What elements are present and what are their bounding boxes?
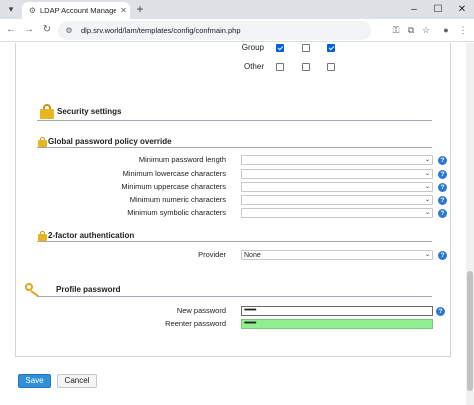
min-uppercase-label: Minimum uppercase characters	[121, 182, 226, 191]
min-lowercase-label: Minimum lowercase characters	[122, 169, 226, 178]
reenter-password-input[interactable]: ••••••••	[241, 319, 433, 329]
reenter-password-label: Reenter password	[165, 319, 226, 328]
perm-label-other: Other	[243, 62, 264, 71]
min-numeric-select[interactable]: ⌄	[241, 195, 433, 205]
chevron-down-icon: ⌄	[424, 252, 430, 258]
reload-button[interactable]: ↻	[40, 22, 54, 38]
provider-label: Provider	[198, 250, 226, 259]
maximize-button[interactable]: ☐	[428, 1, 448, 18]
chevron-down-icon: ⌄	[424, 184, 430, 190]
min-numeric-label: Minimum numeric characters	[129, 195, 226, 204]
provider-help-icon[interactable]: ?	[438, 251, 447, 260]
site-info-icon[interactable]: ⚙	[64, 25, 74, 36]
chevron-down-icon: ⌄	[424, 171, 430, 177]
provider-select[interactable]: None ⌄	[241, 250, 433, 260]
twofa-divider	[37, 241, 432, 242]
chevron-down-icon: ⌄	[424, 157, 430, 163]
install-app-icon[interactable]: ⧉	[404, 23, 418, 37]
tab-search-icon[interactable]: ▾	[4, 3, 18, 16]
profile-icon[interactable]: ●	[439, 23, 453, 37]
min-lowercase-select[interactable]: ⌄	[241, 169, 433, 179]
address-bar[interactable]: ⚙ dlp.srv.world/lam/templates/config/con…	[58, 21, 371, 40]
scrollbar-thumb[interactable]	[467, 271, 473, 391]
min-length-help-icon[interactable]: ?	[438, 156, 447, 165]
cancel-button[interactable]: Cancel	[57, 374, 97, 388]
forward-button[interactable]: →	[22, 22, 36, 38]
perm-other-execute-checkbox[interactable]	[327, 63, 335, 71]
key-icon	[25, 283, 41, 297]
page-viewport: Group Other Security settings Global pas…	[0, 43, 466, 405]
profile-password-title: Profile password	[56, 285, 121, 294]
new-password-input[interactable]: ••••••••	[241, 306, 433, 316]
security-settings-divider	[37, 120, 432, 121]
min-symbolic-select[interactable]: ⌄	[241, 208, 433, 218]
profile-password-divider	[37, 296, 432, 297]
perm-other-write-checkbox[interactable]	[302, 63, 310, 71]
perm-group-execute-checkbox[interactable]	[327, 44, 335, 52]
min-length-label: Minimum password length	[138, 155, 226, 164]
close-window-button[interactable]: ✕	[452, 1, 472, 18]
security-settings-title: Security settings	[57, 107, 122, 116]
perm-other-read-checkbox[interactable]	[276, 63, 284, 71]
new-password-value: ••••••••	[244, 307, 257, 314]
min-uppercase-select[interactable]: ⌄	[241, 182, 433, 192]
perm-group-write-checkbox[interactable]	[302, 44, 310, 52]
min-uppercase-help-icon[interactable]: ?	[438, 183, 447, 192]
save-button[interactable]: Save	[18, 374, 51, 388]
back-button[interactable]: ←	[4, 22, 18, 38]
provider-value: None	[244, 252, 261, 259]
min-symbolic-help-icon[interactable]: ?	[438, 209, 447, 218]
min-numeric-help-icon[interactable]: ?	[438, 196, 447, 205]
new-password-label: New password	[176, 306, 226, 315]
chevron-down-icon: ⌄	[424, 210, 430, 216]
perm-label-group: Group	[241, 43, 264, 52]
lam-favicon-icon: ⚙	[28, 6, 37, 15]
minimize-button[interactable]: –	[404, 1, 424, 18]
browser-toolbar: ← → ↻ ⚙ dlp.srv.world/lam/templates/conf…	[0, 19, 474, 42]
browser-tab[interactable]: ⚙ LDAP Account Manager Confi ✕	[22, 2, 130, 19]
url-text[interactable]: dlp.srv.world/lam/templates/config/confm…	[81, 25, 241, 36]
policy-override-title: Global password policy override	[48, 137, 172, 146]
bookmark-star-icon[interactable]: ☆	[419, 23, 433, 37]
reenter-password-value: ••••••••	[244, 320, 257, 327]
menu-dots-icon[interactable]: ⋮	[456, 23, 470, 37]
page-scrollbar[interactable]	[466, 43, 474, 405]
min-lowercase-help-icon[interactable]: ?	[438, 170, 447, 179]
key-manager-icon[interactable]: ⚿	[389, 23, 403, 37]
min-length-select[interactable]: ⌄	[241, 155, 433, 165]
new-password-help-icon[interactable]: ?	[436, 307, 445, 316]
twofa-title: 2-factor authentication	[48, 231, 135, 240]
policy-override-divider	[37, 147, 432, 148]
browser-titlebar: ▾ ⚙ LDAP Account Manager Confi ✕ + – ☐ ✕	[0, 0, 474, 19]
tab-close-icon[interactable]: ✕	[119, 5, 128, 16]
tab-title: LDAP Account Manager Confi	[40, 6, 116, 15]
min-symbolic-label: Minimum symbolic characters	[127, 208, 226, 217]
chevron-down-icon: ⌄	[424, 197, 430, 203]
perm-group-read-checkbox[interactable]	[276, 44, 284, 52]
new-tab-button[interactable]: +	[133, 2, 147, 17]
